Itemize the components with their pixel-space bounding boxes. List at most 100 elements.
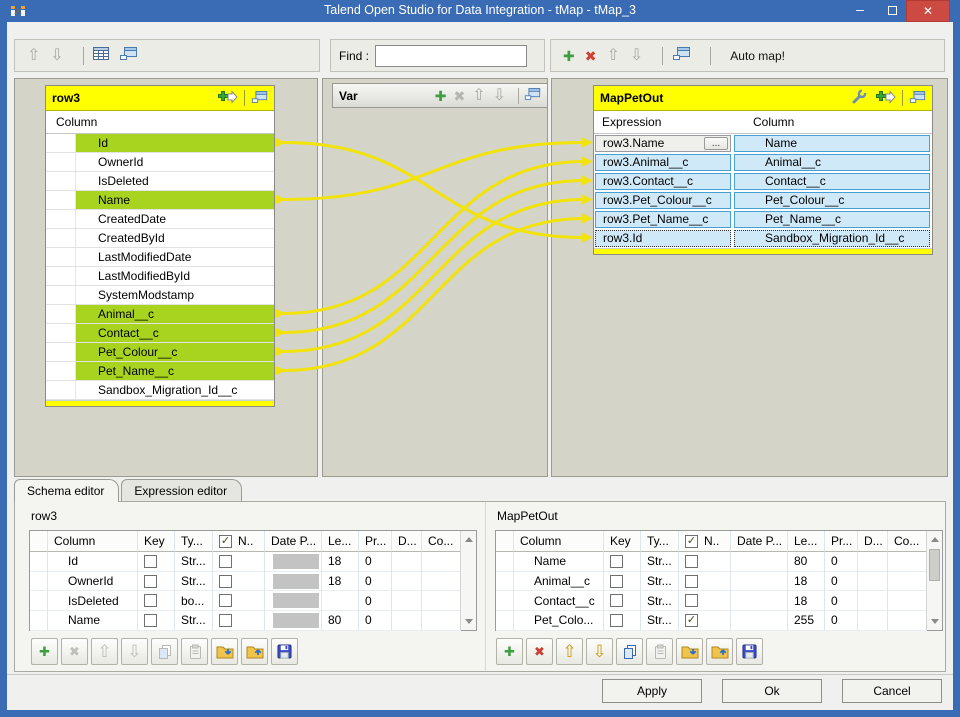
schema-row[interactable]: OwnerId Str... 18 0: [30, 571, 476, 592]
copy-column-button[interactable]: [151, 638, 178, 665]
remove-schema-column-button[interactable]: ✖: [526, 638, 553, 665]
key-checkbox[interactable]: [610, 613, 623, 627]
key-checkbox[interactable]: [610, 594, 623, 608]
auto-map-button[interactable]: Auto map!: [730, 49, 785, 63]
schema-row[interactable]: Animal__c Str... 18 0: [496, 571, 942, 592]
scrollbar-thumb[interactable]: [929, 549, 940, 581]
scroll-up-arrow[interactable]: [465, 537, 473, 542]
scroll-down-arrow[interactable]: [465, 619, 473, 624]
input-column-row[interactable]: IsDeleted: [46, 172, 274, 191]
window-maximize-button[interactable]: [878, 0, 906, 22]
wrench-settings-icon[interactable]: [851, 89, 868, 107]
import-schema-button[interactable]: [211, 638, 238, 665]
input-column-row[interactable]: Sandbox_Migration_Id__c: [46, 381, 274, 400]
nullable-checkbox[interactable]: [685, 574, 698, 588]
schema-scrollbar[interactable]: [926, 531, 942, 630]
input-table-header[interactable]: row3: [46, 86, 274, 111]
output-table-header[interactable]: MapPetOut: [594, 86, 932, 111]
input-column-row[interactable]: CreatedDate: [46, 210, 274, 229]
minimize-table-icon[interactable]: [909, 90, 926, 107]
paste-column-button[interactable]: [646, 638, 673, 665]
output-column-cell[interactable]: Sandbox_Migration_Id__c: [734, 230, 930, 247]
schema-scrollbar[interactable]: [460, 531, 476, 630]
table-view-icon[interactable]: [92, 47, 109, 64]
tab-schema-editor[interactable]: Schema editor: [14, 479, 120, 502]
key-checkbox[interactable]: [610, 554, 623, 568]
move-up-icon[interactable]: ⇧: [27, 47, 40, 64]
input-column-row[interactable]: Animal__c: [46, 305, 274, 324]
minimize-panel-icon[interactable]: [119, 46, 138, 65]
input-column-row[interactable]: SystemModstamp: [46, 286, 274, 305]
expression-cell[interactable]: row3.Pet_Name__c: [595, 211, 731, 228]
nullable-checkbox[interactable]: [219, 613, 232, 627]
output-mapping-row[interactable]: row3.Pet_Colour__c Pet_Colour__c: [594, 191, 932, 210]
import-schema-button[interactable]: [676, 638, 703, 665]
nullable-checkbox[interactable]: [219, 594, 232, 608]
output-column-cell[interactable]: Animal__c: [734, 154, 930, 171]
add-schema-column-button[interactable]: ✚: [31, 638, 58, 665]
input-column-row[interactable]: Name: [46, 191, 274, 210]
export-schema-button[interactable]: [706, 638, 733, 665]
output-column-cell[interactable]: Pet_Colour__c: [734, 192, 930, 209]
schema-row[interactable]: Contact__c Str... 18 0: [496, 591, 942, 612]
nullable-checkbox[interactable]: [685, 554, 698, 568]
remove-output-icon[interactable]: ✖: [585, 48, 597, 64]
move-column-up-button[interactable]: ⇧: [556, 638, 583, 665]
window-close-button[interactable]: ✕: [906, 0, 950, 22]
move-column-down-button[interactable]: ⇩: [121, 638, 148, 665]
schema-row[interactable]: Pet_Colo... Str... 2550: [496, 611, 942, 631]
key-checkbox[interactable]: [144, 613, 157, 627]
move-down-icon[interactable]: ⇩: [50, 47, 63, 64]
nullable-header-checkbox[interactable]: [685, 534, 698, 548]
find-input[interactable]: [375, 44, 528, 67]
paste-column-button[interactable]: [181, 638, 208, 665]
input-column-row[interactable]: Pet_Name__c: [46, 362, 274, 381]
apply-button[interactable]: Apply: [602, 679, 702, 703]
schema-row[interactable]: Id Str... 18 0: [30, 552, 476, 572]
nullable-checkbox[interactable]: [685, 594, 698, 608]
move-down-icon[interactable]: ⇩: [630, 47, 643, 64]
add-output-icon[interactable]: ✚: [563, 48, 575, 64]
expression-cell[interactable]: row3.Animal__c: [595, 154, 731, 171]
remove-schema-column-button[interactable]: ✖: [61, 638, 88, 665]
move-up-icon[interactable]: ⇧: [606, 47, 619, 64]
expression-cell[interactable]: row3.Pet_Colour__c: [595, 192, 731, 209]
save-schema-button[interactable]: [271, 638, 298, 665]
move-column-down-button[interactable]: ⇩: [586, 638, 613, 665]
input-column-row[interactable]: LastModifiedDate: [46, 248, 274, 267]
nullable-checkbox[interactable]: [685, 613, 698, 627]
output-column-cell[interactable]: Name: [734, 135, 930, 152]
input-column-row[interactable]: Pet_Colour__c: [46, 343, 274, 362]
output-mapping-row[interactable]: row3.Id Sandbox_Migration_Id__c: [594, 229, 932, 248]
tab-expression-editor[interactable]: Expression editor: [121, 479, 243, 502]
add-column-icon[interactable]: [875, 89, 896, 107]
input-column-row[interactable]: LastModifiedById: [46, 267, 274, 286]
schema-row[interactable]: IsDeleted bo... 0: [30, 591, 476, 612]
input-column-row[interactable]: OwnerId: [46, 153, 274, 172]
output-mapping-row[interactable]: row3.Contact__c Contact__c: [594, 172, 932, 191]
nullable-header-checkbox[interactable]: [219, 534, 232, 548]
window-minimize-button[interactable]: –: [846, 0, 874, 22]
output-column-cell[interactable]: Contact__c: [734, 173, 930, 190]
key-checkbox[interactable]: [144, 574, 157, 588]
copy-column-button[interactable]: [616, 638, 643, 665]
minimize-panel-icon[interactable]: [672, 46, 691, 65]
move-column-up-button[interactable]: ⇧: [91, 638, 118, 665]
scroll-down-arrow[interactable]: [931, 619, 939, 624]
ok-button[interactable]: Ok: [722, 679, 822, 703]
output-mapping-row[interactable]: row3.Pet_Name__c Pet_Name__c: [594, 210, 932, 229]
save-schema-button[interactable]: [736, 638, 763, 665]
expression-cell[interactable]: row3.Id: [595, 230, 731, 247]
output-mapping-row[interactable]: row3.Animal__c Animal__c: [594, 153, 932, 172]
schema-row[interactable]: Name Str... 80 0: [30, 611, 476, 631]
key-checkbox[interactable]: [144, 554, 157, 568]
expression-browse-button[interactable]: ...: [704, 137, 728, 150]
add-column-icon[interactable]: [217, 89, 238, 107]
output-mapping-row[interactable]: row3.Name... Name: [594, 134, 932, 153]
schema-row[interactable]: Name Str... 80 0: [496, 552, 942, 572]
key-checkbox[interactable]: [144, 594, 157, 608]
scroll-up-arrow[interactable]: [931, 537, 939, 542]
schema-splitter[interactable]: [485, 502, 486, 671]
expression-cell[interactable]: row3.Name...: [595, 135, 731, 152]
output-column-cell[interactable]: Pet_Name__c: [734, 211, 930, 228]
